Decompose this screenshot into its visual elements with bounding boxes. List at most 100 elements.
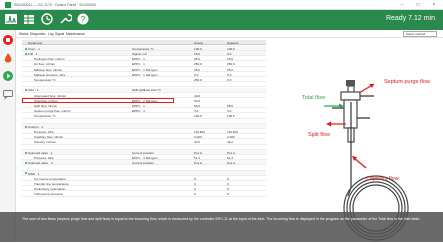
cell-setpoint: 116.600	[227, 129, 238, 134]
split-flow-label: Split flow	[308, 132, 330, 138]
flame-icon[interactable]	[2, 52, 14, 64]
split-flow-arrowhead	[326, 121, 331, 127]
stop-icon[interactable]	[2, 34, 14, 46]
cell-parameter: Column · 1	[28, 124, 44, 129]
cell-setpoint: 100.0	[227, 46, 235, 51]
status-dot-icon	[25, 47, 28, 50]
header-setpoint: Setpoint	[227, 40, 239, 45]
ready-status: Ready 7.12 min	[385, 15, 435, 22]
cell-setpoint: 2.000	[227, 135, 235, 140]
capillary-arrow	[353, 157, 367, 169]
cell-source: Current position	[132, 150, 154, 155]
minimize-button[interactable]: –	[395, 0, 409, 10]
cell-actual: 40.0	[194, 93, 201, 98]
select-method-dropdown[interactable]: Select method	[403, 31, 437, 37]
cell-setpoint: 25.0	[227, 57, 234, 62]
caption-text: The sum of two flows (septum purge flow …	[22, 217, 421, 221]
cell-parameter: Velocity, cm/sec	[34, 140, 56, 145]
cell-setpoint: 0	[227, 192, 229, 197]
cell-actual: 0	[194, 187, 196, 192]
cell-parameter: Temperature °C	[34, 114, 56, 119]
cell-source: EPPC · 1 Nitrogen	[132, 67, 158, 72]
cell-parameter: MSD · 1	[28, 171, 40, 176]
close-button[interactable]: ×	[427, 0, 441, 10]
cell-source: EPPC · 1	[132, 62, 145, 67]
cell-source: EPPC · 1	[132, 103, 145, 108]
chromatogram-icon[interactable]	[4, 12, 18, 26]
cell-actual: Pos A	[194, 150, 203, 155]
table-row[interactable]: Turbopump pressure 0 0	[22, 192, 266, 197]
menu-maintenance[interactable]: Maintenance	[66, 32, 85, 36]
status-dot-icon	[25, 52, 28, 55]
menu-log[interactable]: Log	[48, 32, 54, 36]
cell-actual: 0	[194, 176, 196, 181]
cell-setpoint: 0	[227, 181, 229, 186]
cell-actual: 60.0	[194, 98, 201, 103]
cell-setpoint: 0.0	[227, 51, 232, 56]
status-dot-icon	[25, 161, 28, 165]
cell-actual: 0	[194, 192, 196, 197]
cell-source: EPPC · 1 Nitrogen	[132, 72, 158, 77]
message-icon[interactable]	[2, 88, 14, 100]
capillary-flow-label: Capillary flow	[366, 176, 399, 182]
cell-parameter: Attenuated flow, ml/min	[34, 93, 66, 98]
help-icon[interactable]: ?	[76, 12, 90, 26]
cell-setpoint: 0.0	[227, 72, 232, 77]
cell-setpoint: 0.0	[227, 77, 232, 82]
cell-actual: 15.6	[194, 51, 201, 56]
select-method-label: Select method	[406, 32, 426, 36]
svg-text:?: ?	[81, 15, 86, 24]
cell-parameter: Ion source temperature	[34, 176, 66, 181]
cell-setpoint: Pos A	[227, 161, 236, 166]
septum-purge-label: Septum purge flow	[384, 79, 430, 85]
cell-setpoint: 250.0	[227, 62, 235, 67]
cell-source: EPPC · 1	[132, 57, 145, 62]
cell-actual: 100.0	[194, 46, 202, 51]
tools-icon[interactable]	[58, 12, 73, 26]
cell-actual: 58.0	[194, 103, 201, 108]
cell-actual: 116.602	[194, 129, 205, 134]
cell-parameter: Inlet · 1	[28, 88, 39, 93]
cell-source: Split-splitless inlet °C	[132, 88, 161, 93]
inlet-upper-block	[340, 91, 361, 101]
cell-setpoint: 3.0	[227, 109, 232, 114]
menu-signal[interactable]: Signal	[55, 32, 64, 36]
table-header: Parameter Actual Setpoint	[22, 40, 266, 45]
menu-bar: Status Diagnostic Log Signal Maintenance…	[16, 30, 443, 38]
cell-parameter: Solenoid valve · 1	[28, 150, 53, 155]
table-icon[interactable]	[22, 12, 36, 26]
cell-parameter: Makeup pressure, kPa	[34, 72, 65, 77]
cell-actual: 25.0	[194, 67, 201, 72]
maximize-button[interactable]: □	[411, 0, 425, 10]
cell-actual: 25.0	[194, 57, 201, 62]
cell-parameter: Turbopump pressure	[34, 192, 63, 197]
cell-parameter: Makeup flow, ml/min	[34, 67, 63, 72]
run-icon[interactable]	[2, 70, 14, 82]
status-dot-icon	[25, 151, 28, 154]
cell-parameter: Pressure, kPa	[34, 155, 54, 160]
sequence-icon[interactable]	[40, 12, 54, 26]
cell-setpoint: 100.0	[227, 114, 235, 119]
cell-parameter: Hydrogen flow, ml/min	[34, 57, 65, 62]
cell-source: Signal: mV	[132, 51, 147, 56]
cell-source: EPPC · 4 Nitrogen	[132, 155, 158, 160]
cell-setpoint: 51.3	[227, 155, 234, 160]
app-icon	[5, 2, 11, 8]
title-bar: SN1000012 — GC-1170 · Control Panel · 00…	[0, 0, 443, 10]
cell-setpoint: 42.2	[227, 140, 234, 145]
menu-status[interactable]: Status	[19, 32, 28, 36]
cell-actual: 2.000	[194, 135, 202, 140]
cell-actual: Pos A	[194, 161, 203, 166]
cell-parameter: Total flow, ml/min	[34, 98, 58, 103]
cell-actual: 3.0	[194, 109, 199, 114]
status-dot-icon	[25, 172, 28, 175]
cell-parameter: Air flow, ml/min	[34, 62, 55, 67]
caption-overlay: The sum of two flows (septum purge flow …	[0, 212, 443, 242]
cell-source: EPPC · 3	[132, 109, 145, 114]
cell-parameter: Transfer line temperature	[34, 181, 69, 186]
status-dot-icon	[25, 125, 28, 128]
sidebar	[0, 30, 16, 242]
total-flow-label: Total flow	[302, 95, 325, 101]
cell-source: EPPC · 2 Nitrogen	[132, 98, 158, 103]
menu-diagnostic[interactable]: Diagnostic	[30, 32, 45, 36]
